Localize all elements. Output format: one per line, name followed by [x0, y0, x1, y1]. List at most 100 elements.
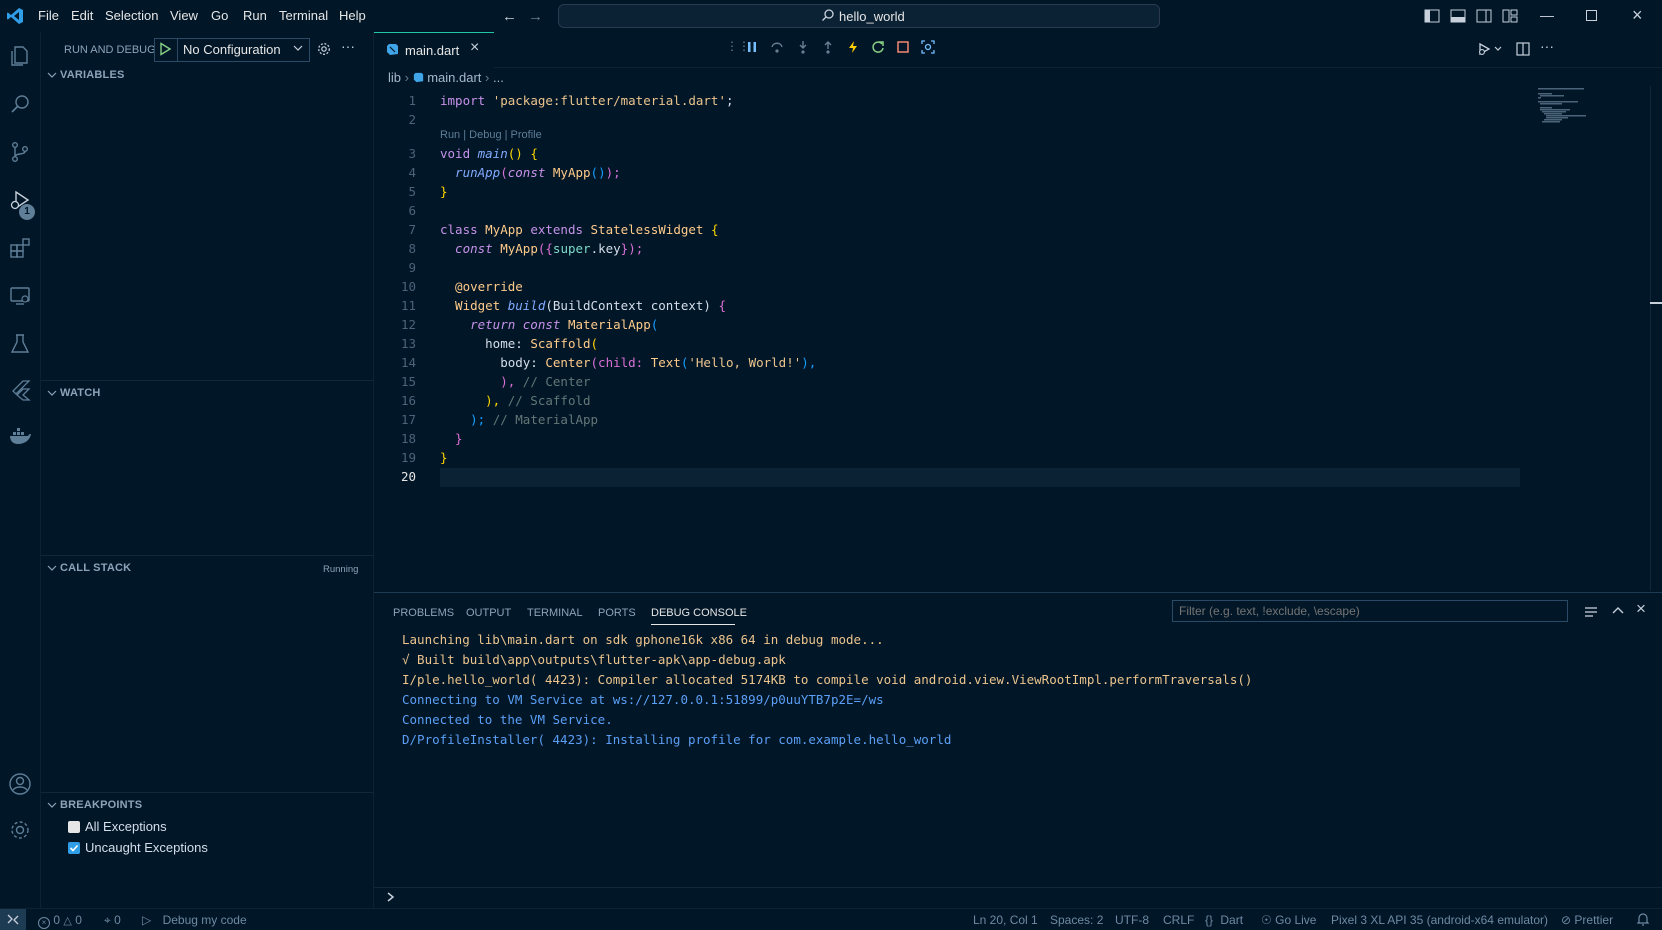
token: Text	[650, 355, 681, 370]
remote-indicator[interactable]	[0, 909, 26, 930]
menu-go[interactable]: Go	[211, 8, 228, 23]
toggle-panel-icon[interactable]	[1450, 9, 1466, 23]
token: (	[650, 317, 659, 332]
source-control-icon[interactable]	[8, 140, 32, 164]
close-window-icon[interactable]: ×	[1632, 5, 1643, 26]
explorer-icon[interactable]	[8, 44, 32, 68]
line-number: 6	[408, 203, 416, 218]
menu-terminal[interactable]: Terminal	[279, 8, 328, 23]
testing-icon[interactable]	[8, 332, 32, 356]
stop-icon[interactable]	[896, 40, 910, 54]
step-over-icon[interactable]	[770, 40, 784, 54]
clear-console-icon[interactable]	[1584, 605, 1598, 619]
debug-status[interactable]: ▷ Debug my code	[142, 913, 247, 927]
manage-gear-icon[interactable]	[8, 818, 32, 842]
notifications-bell-icon[interactable]	[1637, 912, 1649, 926]
more-actions-icon[interactable]: ···	[341, 38, 355, 54]
close-tab-icon[interactable]: ×	[470, 39, 479, 57]
tab-main-dart[interactable]: main.dart ×	[374, 32, 494, 68]
chevron-down-icon[interactable]	[47, 563, 57, 573]
menu-run[interactable]: Run	[243, 8, 267, 23]
code-line: ); // MaterialApp	[440, 412, 598, 427]
maximize-icon[interactable]	[1586, 10, 1597, 21]
token: );	[605, 165, 621, 180]
variables-section-header[interactable]: VARIABLES	[60, 69, 125, 81]
line-number: 9	[408, 260, 416, 275]
debug-config-select[interactable]: No Configuration	[154, 38, 310, 62]
breadcrumb-lib[interactable]: lib	[388, 70, 401, 85]
breadcrumb-symbols[interactable]: ...	[493, 70, 504, 85]
back-arrow-icon[interactable]: ←	[502, 8, 517, 25]
remote-explorer-icon[interactable]	[8, 284, 32, 308]
end-of-line[interactable]: CRLF	[1163, 913, 1194, 927]
step-into-icon[interactable]	[796, 40, 810, 54]
docker-icon[interactable]	[8, 424, 32, 448]
command-center-search[interactable]: hello_world	[558, 4, 1160, 28]
console-prompt-chevron-icon	[386, 891, 396, 903]
toggle-secondary-sidebar-icon[interactable]	[1476, 9, 1492, 23]
editor-tab-bar: main.dart × ⋮⋮ ···	[374, 32, 1662, 68]
breakpoints-section-header[interactable]: BREAKPOINTS	[60, 799, 142, 811]
extensions-icon[interactable]	[8, 236, 32, 260]
line-number: 5	[408, 184, 416, 199]
codelens-run-debug-profile[interactable]: Run | Debug | Profile	[440, 129, 542, 141]
run-dropdown-icon[interactable]	[1478, 42, 1506, 56]
vertical-scrollbar[interactable]	[1650, 86, 1651, 591]
tab-ports[interactable]: PORTS	[598, 607, 636, 619]
close-panel-icon[interactable]: ×	[1636, 599, 1646, 619]
menu-help[interactable]: Help	[339, 8, 366, 23]
tab-output[interactable]: OUTPUT	[466, 607, 511, 619]
tab-debug-console[interactable]: DEBUG CONSOLE	[651, 607, 747, 619]
start-debugging-icon[interactable]	[158, 42, 172, 56]
tab-terminal[interactable]: TERMINAL	[527, 607, 583, 619]
chevron-down-icon[interactable]	[47, 388, 57, 398]
hot-reload-icon[interactable]	[846, 40, 860, 54]
toggle-primary-sidebar-icon[interactable]	[1424, 9, 1440, 23]
flutter-device[interactable]: Pixel 3 XL API 35 (android-x64 emulator)	[1331, 913, 1548, 927]
ports-status[interactable]: ⌖ 0	[104, 913, 121, 928]
split-editor-icon[interactable]	[1516, 42, 1530, 56]
token: {	[710, 222, 719, 237]
menu-view[interactable]: View	[170, 8, 198, 23]
restart-icon[interactable]	[871, 40, 885, 54]
widget-inspector-icon[interactable]	[921, 40, 935, 54]
code-editor[interactable]: 1 2 3 4 5 6 7 8 9 10 11 12 13 14 15 16 1…	[374, 86, 1662, 591]
chevron-down-icon[interactable]	[47, 800, 57, 810]
menu-edit[interactable]: Edit	[71, 8, 93, 23]
accounts-icon[interactable]	[8, 772, 32, 796]
cursor-position[interactable]: Ln 20, Col 1	[973, 913, 1038, 927]
code-line: Widget build(BuildContext context) {	[440, 298, 726, 313]
indentation[interactable]: Spaces: 2	[1050, 913, 1103, 927]
call-stack-status: Running	[323, 564, 359, 575]
forward-arrow-icon[interactable]: →	[528, 8, 543, 25]
encoding[interactable]: UTF-8	[1115, 913, 1149, 927]
menu-file[interactable]: File	[38, 8, 59, 23]
flutter-icon[interactable]	[8, 378, 32, 402]
editor-more-actions-icon[interactable]: ···	[1540, 38, 1554, 54]
call-stack-section-header[interactable]: CALL STACK	[60, 562, 131, 574]
all-exceptions-checkbox[interactable]	[68, 821, 80, 833]
token: super	[552, 241, 591, 256]
console-filter-input[interactable]	[1172, 600, 1568, 622]
minimap[interactable]	[1538, 88, 1618, 128]
watch-section-header[interactable]: WATCH	[60, 387, 101, 399]
pause-icon[interactable]	[746, 41, 758, 53]
customize-layout-icon[interactable]	[1502, 9, 1518, 23]
breadcrumb-file[interactable]: main.dart	[427, 70, 481, 85]
tab-problems[interactable]: PROBLEMS	[393, 607, 454, 619]
uncaught-exceptions-checkbox[interactable]	[68, 842, 80, 854]
problems-status[interactable]: × 0 △ 0	[38, 913, 82, 929]
dart-file-icon	[386, 43, 399, 56]
console-input[interactable]	[404, 889, 1644, 907]
menu-selection[interactable]: Selection	[105, 8, 158, 23]
prettier-status[interactable]: ⊘ Prettier	[1561, 913, 1613, 927]
token: body:	[440, 355, 546, 370]
search-icon[interactable]	[8, 92, 32, 116]
go-live[interactable]: ☉ Go Live	[1261, 913, 1316, 927]
chevron-down-icon[interactable]	[47, 70, 57, 80]
step-out-icon[interactable]	[821, 40, 835, 54]
open-launch-json-gear-icon[interactable]	[317, 42, 331, 56]
minimize-icon[interactable]: —	[1540, 7, 1554, 23]
language-mode[interactable]: {} Dart	[1205, 913, 1243, 927]
maximize-panel-icon[interactable]	[1612, 605, 1624, 617]
